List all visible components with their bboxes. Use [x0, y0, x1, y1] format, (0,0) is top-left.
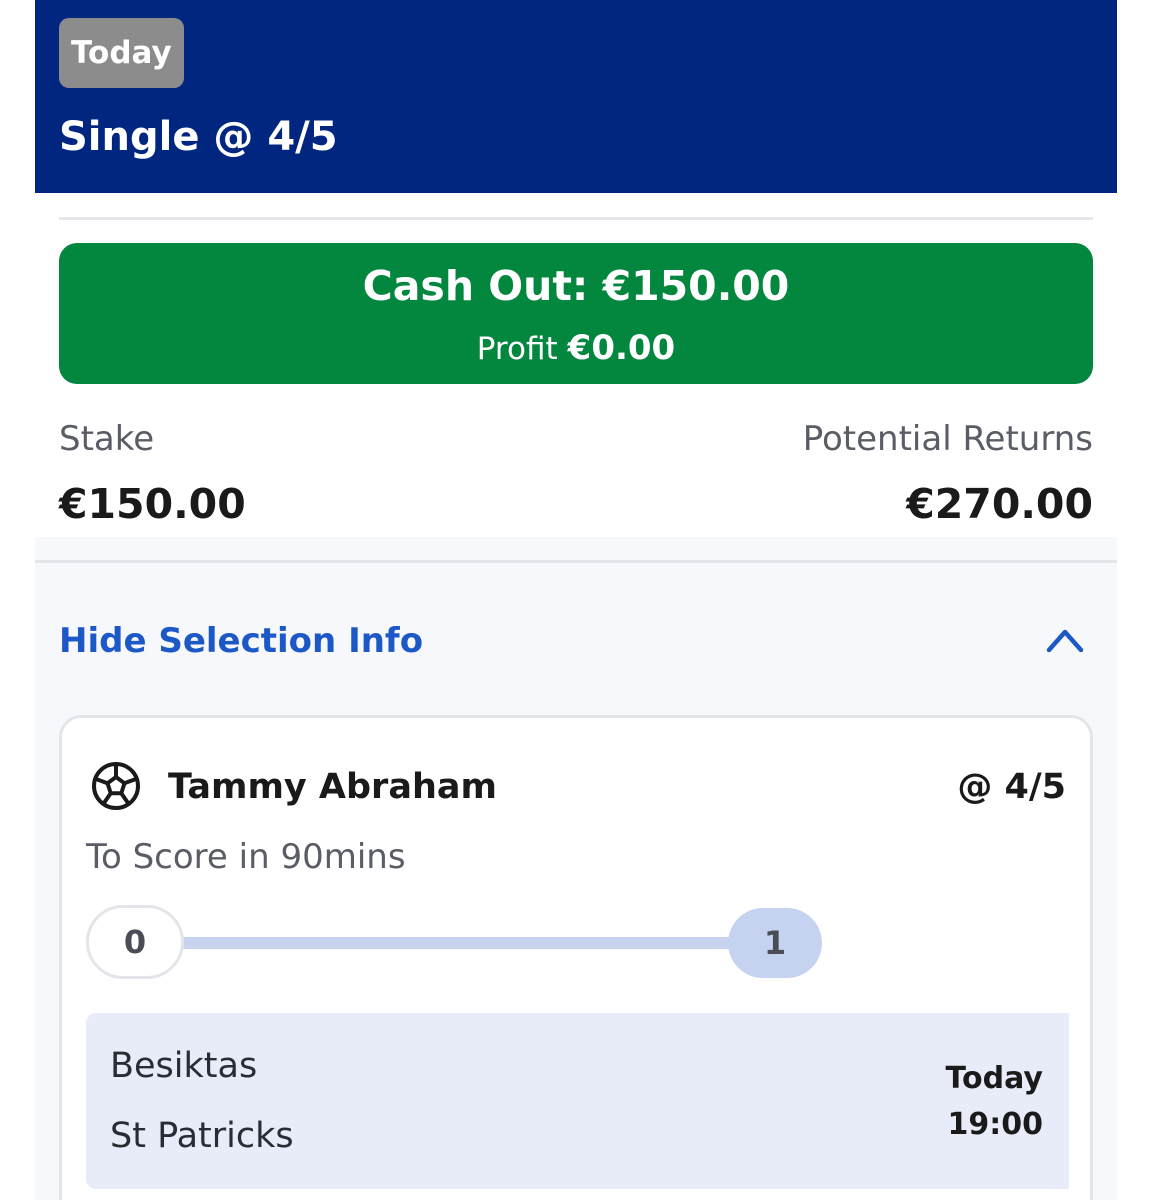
selection-card: Tammy Abraham @ 4/5 To Score in 90mins 0…	[59, 715, 1093, 1200]
away-team: St Patricks	[110, 1116, 294, 1156]
section-divider	[35, 560, 1117, 563]
bet-summary: Cash Out: €150.00 Profit €0.00 Stake Pote…	[35, 193, 1117, 537]
home-team: Besiktas	[110, 1046, 258, 1086]
football-icon	[92, 762, 140, 810]
divider	[59, 217, 1093, 220]
progress-target-value: 1	[728, 908, 822, 978]
player-name: Tammy Abraham	[168, 767, 497, 807]
market-name: To Score in 90mins	[86, 837, 406, 877]
cash-out-button[interactable]: Cash Out: €150.00 Profit €0.00	[59, 243, 1093, 384]
header-top-cap	[35, 0, 1117, 20]
stake-value: €150.00	[59, 480, 246, 528]
bet-card: Today Single @ 4/5 Cash Out: €150.00 Pro…	[35, 0, 1117, 1200]
date-badge: Today	[59, 18, 184, 88]
progress-start-value: 0	[86, 905, 184, 979]
profit-value: €0.00	[567, 328, 676, 368]
bet-header: Today Single @ 4/5	[35, 0, 1117, 193]
event-time: 19:00	[947, 1107, 1044, 1142]
event-info: Besiktas St Patricks Today 19:00	[86, 1013, 1069, 1189]
selection-odds: @ 4/5	[957, 767, 1066, 807]
chevron-up-icon[interactable]	[1045, 622, 1085, 658]
event-day: Today	[945, 1061, 1043, 1096]
bet-title: Single @ 4/5	[59, 114, 338, 160]
hide-selection-info-link[interactable]: Hide Selection Info	[59, 618, 423, 664]
profit-label: Profit	[476, 331, 558, 367]
potential-returns-label: Potential Returns	[802, 419, 1093, 459]
stake-label: Stake	[59, 419, 155, 459]
cash-out-profit: Profit €0.00	[59, 327, 1093, 370]
potential-returns-value: €270.00	[906, 480, 1093, 528]
progress-track	[162, 937, 742, 949]
cash-out-label: Cash Out: €150.00	[362, 262, 790, 310]
